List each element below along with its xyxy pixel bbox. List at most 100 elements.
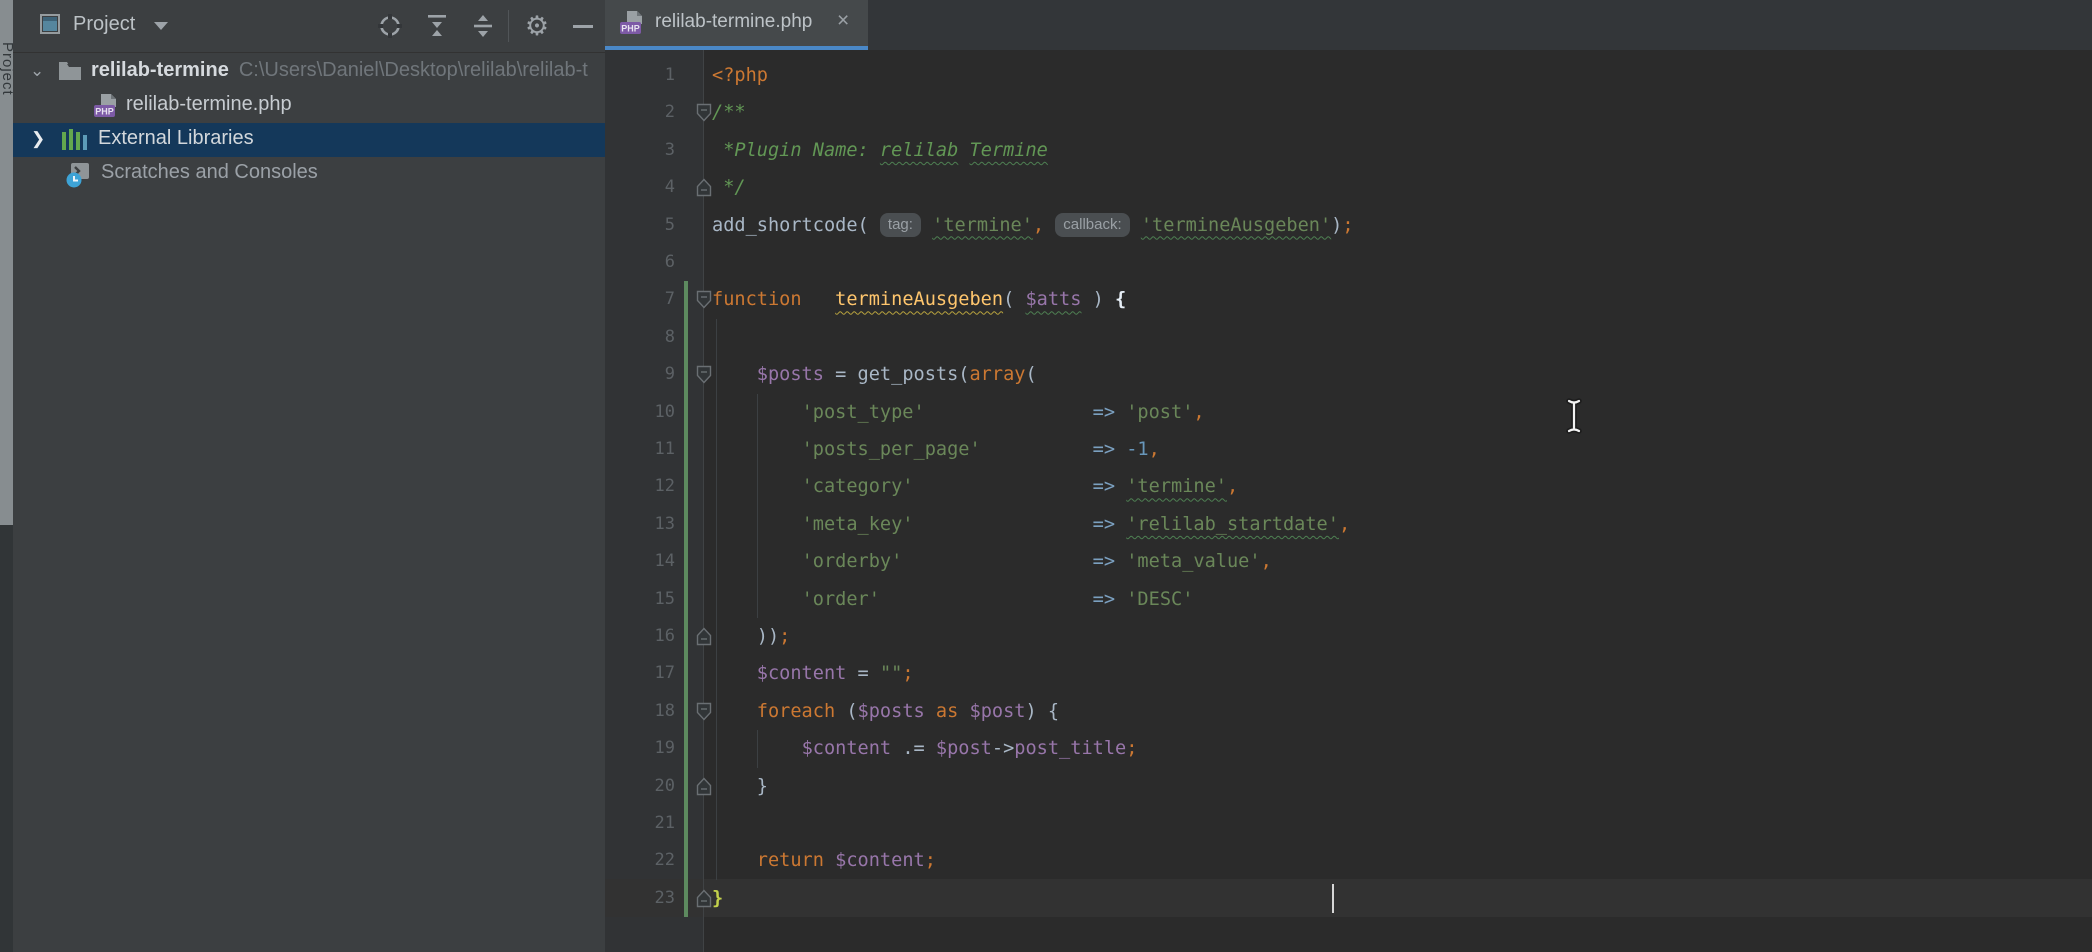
code-line-9[interactable]: $posts = get_posts(array(: [712, 356, 1037, 393]
code-token: [981, 439, 1093, 460]
line-number[interactable]: 10: [605, 394, 675, 431]
fold-end-icon[interactable]: [696, 178, 712, 197]
code-token: [1115, 439, 1126, 460]
folder-icon: [58, 60, 82, 82]
parameter-hint: callback:: [1055, 213, 1129, 237]
code-token: 'relilab_startdate': [1126, 514, 1339, 535]
line-number[interactable]: 9: [605, 356, 675, 393]
code-line-15[interactable]: 'order' => 'DESC': [712, 581, 1193, 618]
line-number[interactable]: 17: [605, 655, 675, 692]
chevron-right-icon[interactable]: ❯: [31, 129, 45, 149]
collapse-all-icon[interactable]: [469, 12, 497, 40]
code-token: 'post': [1126, 402, 1193, 423]
code-token: [712, 514, 802, 535]
code-token: [712, 701, 757, 722]
code-line-22[interactable]: return $content;: [712, 842, 936, 879]
code-line-18[interactable]: foreach ($posts as $post) {: [712, 693, 1059, 730]
ibeam-mouse-cursor: [1565, 398, 1583, 434]
line-number[interactable]: 19: [605, 730, 675, 767]
line-number[interactable]: 8: [605, 319, 675, 356]
chevron-down-icon[interactable]: ⌄: [30, 61, 44, 81]
line-number[interactable]: 16: [605, 618, 675, 655]
code-token: ) {: [1026, 701, 1060, 722]
line-number[interactable]: 5: [605, 207, 675, 244]
line-number[interactable]: 13: [605, 506, 675, 543]
code-token: 'meta_value': [1126, 551, 1260, 572]
line-number[interactable]: 4: [605, 169, 675, 206]
code-line-17[interactable]: $content = "";: [712, 655, 914, 692]
code-token: $atts: [1025, 289, 1081, 310]
tab-title[interactable]: relilab-termine.php: [655, 11, 812, 33]
tree-item-label[interactable]: Scratches and Consoles: [101, 161, 318, 184]
code-line-23[interactable]: }: [712, 880, 723, 917]
line-number[interactable]: 15: [605, 581, 675, 618]
code-token: =>: [1093, 476, 1115, 497]
tab-close-icon[interactable]: ×: [837, 9, 849, 33]
line-number[interactable]: 23: [605, 880, 675, 917]
project-panel-title[interactable]: Project: [73, 13, 135, 36]
line-number[interactable]: 12: [605, 468, 675, 505]
line-number[interactable]: 11: [605, 431, 675, 468]
code-token: [914, 514, 1093, 535]
code-line-11[interactable]: 'posts_per_page' => -1,: [712, 431, 1160, 468]
code-token: 'DESC': [1126, 589, 1193, 610]
code-line-3[interactable]: *Plugin Name: relilab Termine: [712, 132, 1048, 169]
line-number[interactable]: 1: [605, 57, 675, 94]
code-token: =: [846, 663, 880, 684]
code-line-10[interactable]: 'post_type' => 'post',: [712, 394, 1205, 431]
tree-row-php-file[interactable]: PHP relilab-termine.php: [13, 89, 605, 123]
code-line-7[interactable]: function termineAusgeben( $atts ) {: [712, 281, 1126, 318]
fold-start-icon[interactable]: [696, 290, 712, 309]
tree-row-project-root[interactable]: ⌄ relilab-termineC:\Users\Daniel\Desktop…: [13, 55, 605, 89]
line-number[interactable]: 3: [605, 132, 675, 169]
line-number[interactable]: 18: [605, 693, 675, 730]
code-token: 'category': [802, 476, 914, 497]
code-token: =>: [1093, 439, 1115, 460]
locate-icon[interactable]: [376, 12, 404, 40]
fold-end-icon[interactable]: [696, 777, 712, 796]
parameter-hint: tag:: [880, 213, 921, 237]
code-line-1[interactable]: <?php: [712, 57, 768, 94]
line-number[interactable]: 7: [605, 281, 675, 318]
tool-window-stripe[interactable]: Project: [0, 0, 13, 525]
line-number[interactable]: 21: [605, 805, 675, 842]
code-token: [958, 701, 969, 722]
line-number[interactable]: 14: [605, 543, 675, 580]
code-line-12[interactable]: 'category' => 'termine',: [712, 468, 1238, 505]
hide-panel-icon[interactable]: [569, 12, 597, 40]
tree-row-external-libraries[interactable]: ❯ External Libraries: [13, 123, 605, 157]
tab-relilab-termine-php[interactable]: PHP relilab-termine.php ×: [605, 0, 868, 46]
code-line-20[interactable]: }: [712, 768, 768, 805]
code-line-19[interactable]: $content .= $post->post_title;: [712, 730, 1137, 767]
code-token: [1115, 476, 1126, 497]
line-number[interactable]: 20: [605, 768, 675, 805]
line-number[interactable]: 2: [605, 94, 675, 131]
code-token: }: [712, 888, 723, 909]
tree-item-label[interactable]: External Libraries: [98, 127, 254, 150]
line-number[interactable]: 6: [605, 244, 675, 281]
code-token: *Plugin Name:: [712, 140, 880, 161]
code-token: ): [1081, 289, 1115, 310]
fold-end-icon[interactable]: [696, 627, 712, 646]
fold-end-icon[interactable]: [696, 889, 712, 908]
fold-start-icon[interactable]: [696, 365, 712, 384]
code-token: =>: [1093, 589, 1115, 610]
expand-all-icon[interactable]: [423, 12, 451, 40]
line-number[interactable]: 22: [605, 842, 675, 879]
tree-row-scratches[interactable]: Scratches and Consoles: [13, 157, 605, 191]
code-line-2[interactable]: /**: [712, 94, 746, 131]
code-token: 'orderby': [802, 551, 903, 572]
code-line-14[interactable]: 'orderby' => 'meta_value',: [712, 543, 1272, 580]
tree-item-label[interactable]: relilab-termine: [91, 59, 229, 81]
settings-gear-icon[interactable]: ⚙: [523, 12, 551, 40]
fold-start-icon[interactable]: [696, 702, 712, 721]
code-line-13[interactable]: 'meta_key' => 'relilab_startdate',: [712, 506, 1350, 543]
code-token: [958, 140, 969, 161]
code-line-4[interactable]: */: [712, 169, 746, 206]
tree-item-label[interactable]: relilab-termine.php: [126, 93, 292, 116]
dropdown-arrow-icon[interactable]: [154, 22, 168, 30]
fold-start-icon[interactable]: [696, 103, 712, 122]
code-line-5[interactable]: add_shortcode( tag: 'termine', callback:…: [712, 207, 1354, 244]
scratches-icon: [65, 161, 93, 189]
code-line-16[interactable]: ));: [712, 618, 790, 655]
